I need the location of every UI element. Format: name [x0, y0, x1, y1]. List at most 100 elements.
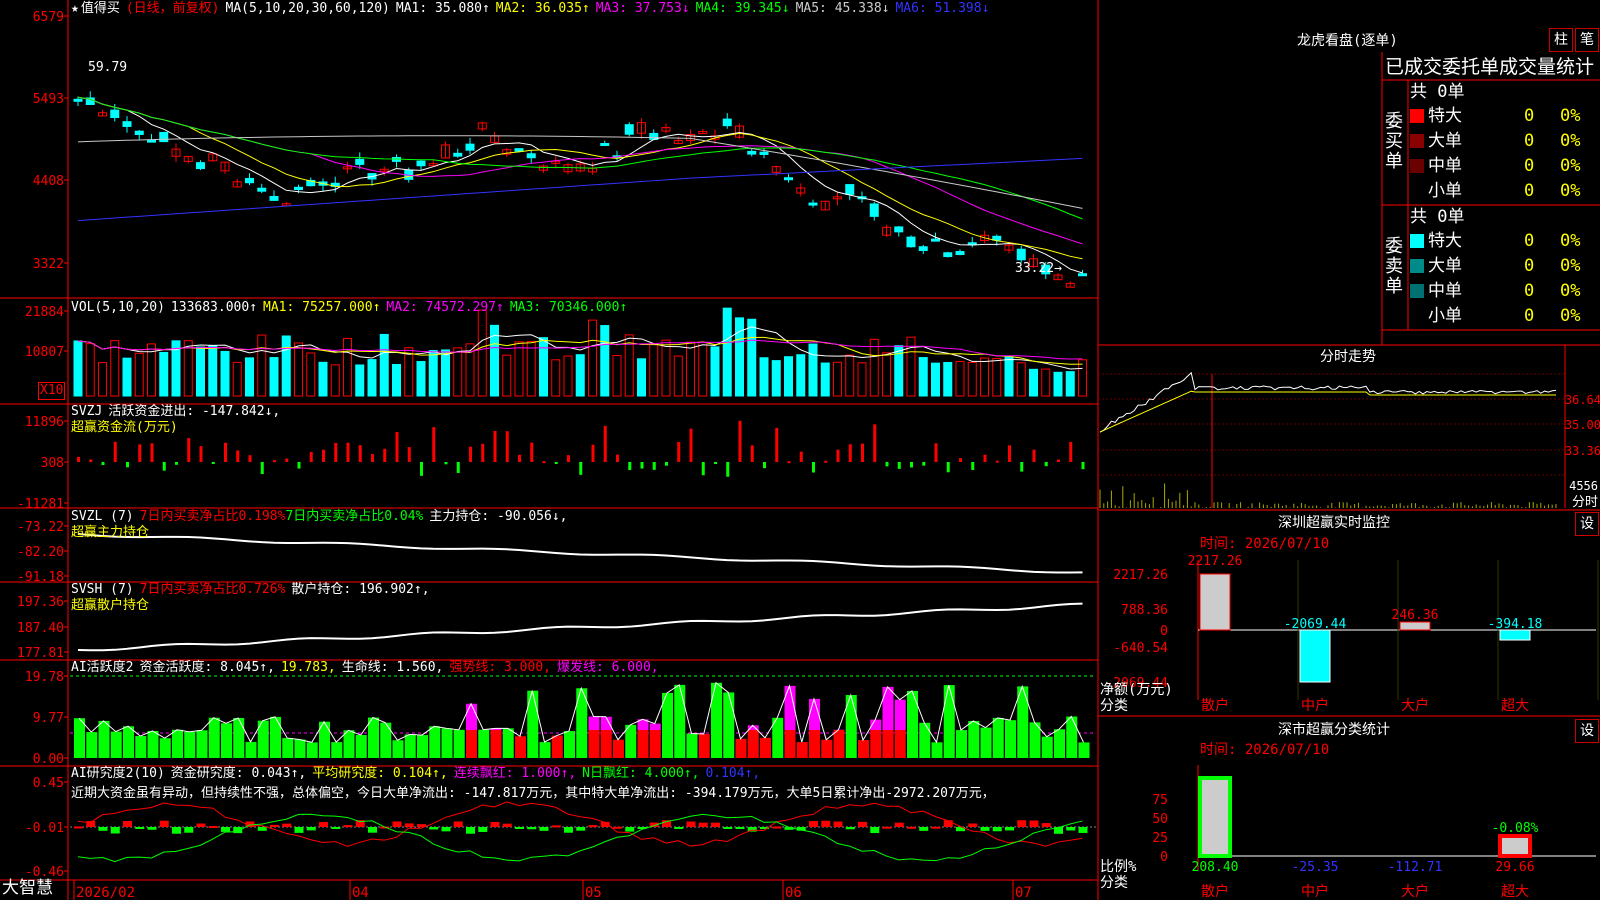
sz-class-settings-button[interactable]: 设	[1575, 719, 1599, 743]
activity-bar	[956, 730, 967, 758]
svzl-t3: 主力持仓: -90.056↓,	[429, 509, 568, 524]
candle	[808, 202, 818, 206]
activity-bar	[662, 730, 673, 758]
research-bar	[894, 822, 904, 827]
fund-flow-bar	[1044, 462, 1048, 467]
fund-flow-bar	[983, 454, 987, 462]
row-value: 0	[1524, 131, 1535, 151]
sz-monitor-settings-button[interactable]: 设	[1575, 512, 1599, 536]
activity-bar-top	[980, 727, 992, 730]
row-name: 小单	[1428, 306, 1462, 326]
ma3: MA3: 37.753↓	[595, 1, 690, 16]
sz-class-cat: 散户	[1201, 883, 1229, 900]
activity-bar	[858, 740, 869, 758]
main-y-tick: 4408	[33, 174, 64, 189]
volume-bar	[649, 343, 659, 397]
volume-bar	[808, 343, 818, 397]
ma6: MA6: 51.398↓	[895, 1, 990, 16]
activity-bar-top	[882, 686, 894, 730]
sz-monitor-xlabel: 分类	[1100, 698, 1128, 714]
activity-bar	[294, 739, 306, 758]
ai1-t3: 生命线: 1.560,	[341, 660, 444, 675]
volume-bar	[686, 341, 695, 397]
volume-bar	[73, 340, 83, 397]
activity-bar	[392, 740, 404, 758]
candle	[784, 177, 793, 181]
volume-bar	[477, 309, 487, 397]
fund-flow-bar	[591, 444, 595, 462]
research-bar	[159, 820, 169, 827]
candle	[294, 186, 303, 191]
research-bar	[980, 827, 990, 831]
sz-monitor-y-tick: 0	[1160, 624, 1168, 639]
fund-flow-bar	[187, 438, 191, 462]
research-bar	[809, 821, 818, 827]
research-bar	[1066, 827, 1076, 831]
svsh-t1: 7日内买卖净占比0.726%	[139, 582, 286, 597]
fund-flow-bar	[689, 428, 693, 462]
sz-monitor-cat: 散户	[1201, 697, 1229, 714]
main-legend: ★ 值得买 (日线，前复权) MA(5,10,20,30,60,120) MA1: 35…	[71, 1, 995, 17]
row-name: 特大	[1428, 231, 1462, 251]
research-bar	[674, 827, 684, 829]
candle	[465, 143, 475, 151]
research-bar	[698, 822, 708, 827]
ai1-t1: 资金活跃度: 8.045↑,	[139, 660, 275, 675]
activity-bar	[221, 730, 232, 758]
fund-flow-bar	[640, 462, 644, 469]
sz-class-xlabel: 分类	[1100, 875, 1128, 891]
volume-bar	[379, 333, 389, 397]
sz-monitor-title: 深圳超赢实时监控	[1278, 515, 1390, 531]
volume-bar	[183, 340, 193, 397]
activity-bar	[172, 730, 183, 758]
volume-bar	[796, 354, 806, 397]
volume-bar	[747, 318, 757, 397]
chart-canvas[interactable]: 6579 5493 4408 3322 21884 10807 11896 308 -11281…	[0, 0, 1600, 900]
fund-flow-bar	[395, 431, 399, 462]
fund-flow-bar	[701, 462, 705, 476]
fund-flow-bar	[567, 455, 570, 462]
activity-bar	[686, 733, 698, 758]
activity-bar-top	[943, 685, 955, 730]
fenshi-avg-line	[1099, 390, 1556, 433]
sz-monitor-bar-value: -394.18	[1488, 617, 1543, 632]
sell-label: 委卖单	[1385, 236, 1403, 297]
research-bar	[686, 821, 696, 827]
fenshi-price-line	[1099, 371, 1557, 433]
activity-bar-top	[576, 688, 588, 730]
activity-bar	[735, 738, 747, 758]
activity-bar	[74, 730, 85, 758]
candle	[196, 162, 205, 170]
time-axis-label: 07	[1015, 885, 1032, 900]
tick-mode-button[interactable]: 笔	[1575, 28, 1599, 52]
color-swatch-icon	[1410, 184, 1424, 198]
fund-flow-bar	[848, 444, 852, 462]
candle	[147, 139, 156, 143]
activity-bar-top	[674, 684, 686, 730]
svzj-name: 超赢资金流(万元)	[71, 420, 178, 435]
sz-class-extra: -0.08%	[1492, 821, 1539, 836]
fund-flow-bar	[628, 462, 632, 471]
bar-mode-button[interactable]: 柱	[1549, 28, 1573, 52]
fund-flow-bar	[616, 454, 619, 462]
research-bar	[368, 827, 377, 833]
candle	[514, 148, 524, 152]
volume-bar	[931, 362, 940, 397]
research-bar	[147, 827, 157, 830]
svsh-y-tick: 197.36	[17, 595, 64, 610]
row-value: 0	[1524, 181, 1535, 201]
fund-flow-bar	[897, 462, 901, 469]
research-red-line	[77, 801, 1083, 847]
research-green-line	[77, 813, 1083, 863]
fund-flow-bar	[799, 451, 803, 462]
research-bar	[98, 827, 108, 831]
sz-class-ylabel: 比例%	[1100, 859, 1137, 875]
sz-class-y-tick: 25	[1152, 831, 1168, 846]
volume-bar	[392, 363, 401, 397]
color-swatch-icon	[1410, 259, 1424, 273]
row-percent: 0%	[1560, 156, 1581, 176]
main-position-line	[77, 533, 1083, 574]
ai2-t2: 平均研究度: 0.104↑,	[312, 766, 448, 781]
research-bar	[711, 822, 720, 827]
volume-bar	[85, 343, 95, 397]
